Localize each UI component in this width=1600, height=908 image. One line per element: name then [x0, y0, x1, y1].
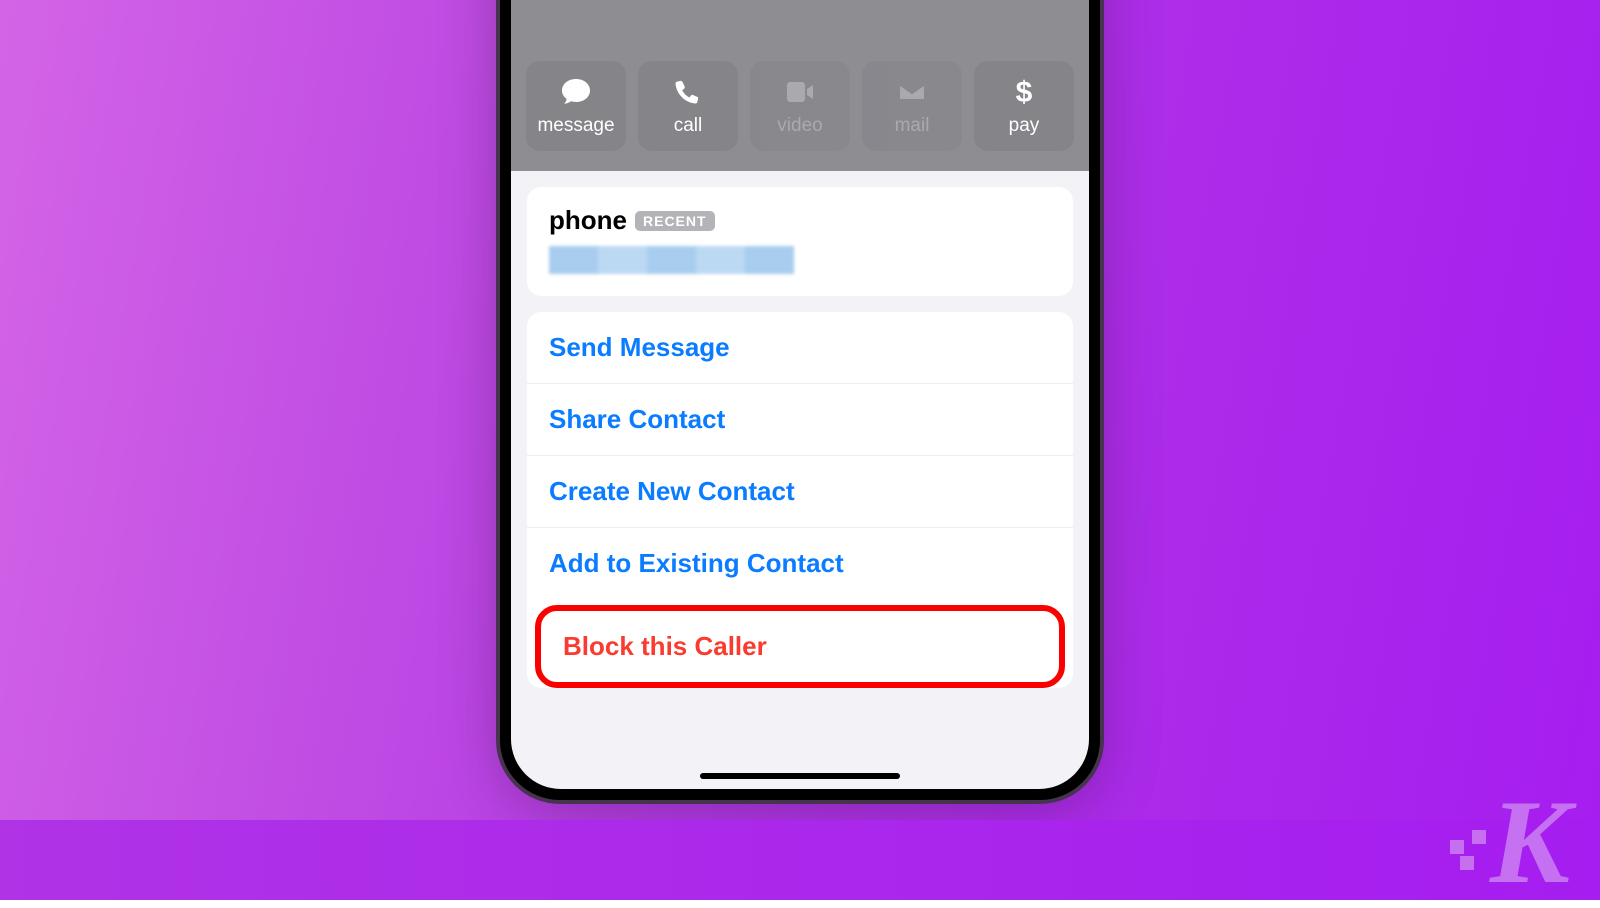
- phone-screen: message call video: [511, 0, 1089, 789]
- mail-icon: [895, 75, 929, 109]
- watermark: K: [1450, 794, 1570, 890]
- bottom-crop-overlay: [0, 820, 1600, 900]
- send-message-row[interactable]: Send Message: [527, 312, 1073, 383]
- home-indicator[interactable]: [700, 773, 900, 779]
- actions-list-card: Send Message Share Contact Create New Co…: [527, 312, 1073, 688]
- phone-field-label: phone: [549, 205, 627, 236]
- mail-button: mail: [862, 61, 962, 151]
- add-existing-contact-row[interactable]: Add to Existing Contact: [527, 527, 1073, 599]
- create-new-contact-row[interactable]: Create New Contact: [527, 455, 1073, 527]
- call-label: call: [674, 115, 703, 137]
- svg-text:$: $: [1016, 76, 1033, 109]
- pay-button[interactable]: $ pay: [974, 61, 1074, 151]
- phone-number-card[interactable]: phone RECENT: [527, 187, 1073, 296]
- message-button[interactable]: message: [526, 61, 626, 151]
- watermark-dots-icon: [1450, 830, 1492, 890]
- video-label: video: [777, 115, 822, 137]
- video-button: video: [750, 61, 850, 151]
- phone-frame: message call video: [500, 0, 1100, 800]
- content-area: phone RECENT Send Message Share Contact …: [511, 187, 1089, 724]
- watermark-letter: K: [1490, 794, 1570, 890]
- call-button[interactable]: call: [638, 61, 738, 151]
- video-icon: [783, 75, 817, 109]
- phone-icon: [671, 75, 705, 109]
- recent-badge: RECENT: [635, 211, 715, 231]
- pay-label: pay: [1009, 115, 1040, 137]
- phone-label-row: phone RECENT: [549, 205, 1051, 236]
- phone-number-redacted: [549, 246, 794, 274]
- dollar-icon: $: [1007, 75, 1041, 109]
- action-button-row: message call video: [526, 61, 1074, 151]
- share-contact-row[interactable]: Share Contact: [527, 383, 1073, 455]
- contact-header: message call video: [511, 0, 1089, 171]
- message-icon: [559, 75, 593, 109]
- block-caller-row[interactable]: Block this Caller: [535, 605, 1065, 688]
- message-label: message: [537, 115, 614, 137]
- mail-label: mail: [895, 115, 930, 137]
